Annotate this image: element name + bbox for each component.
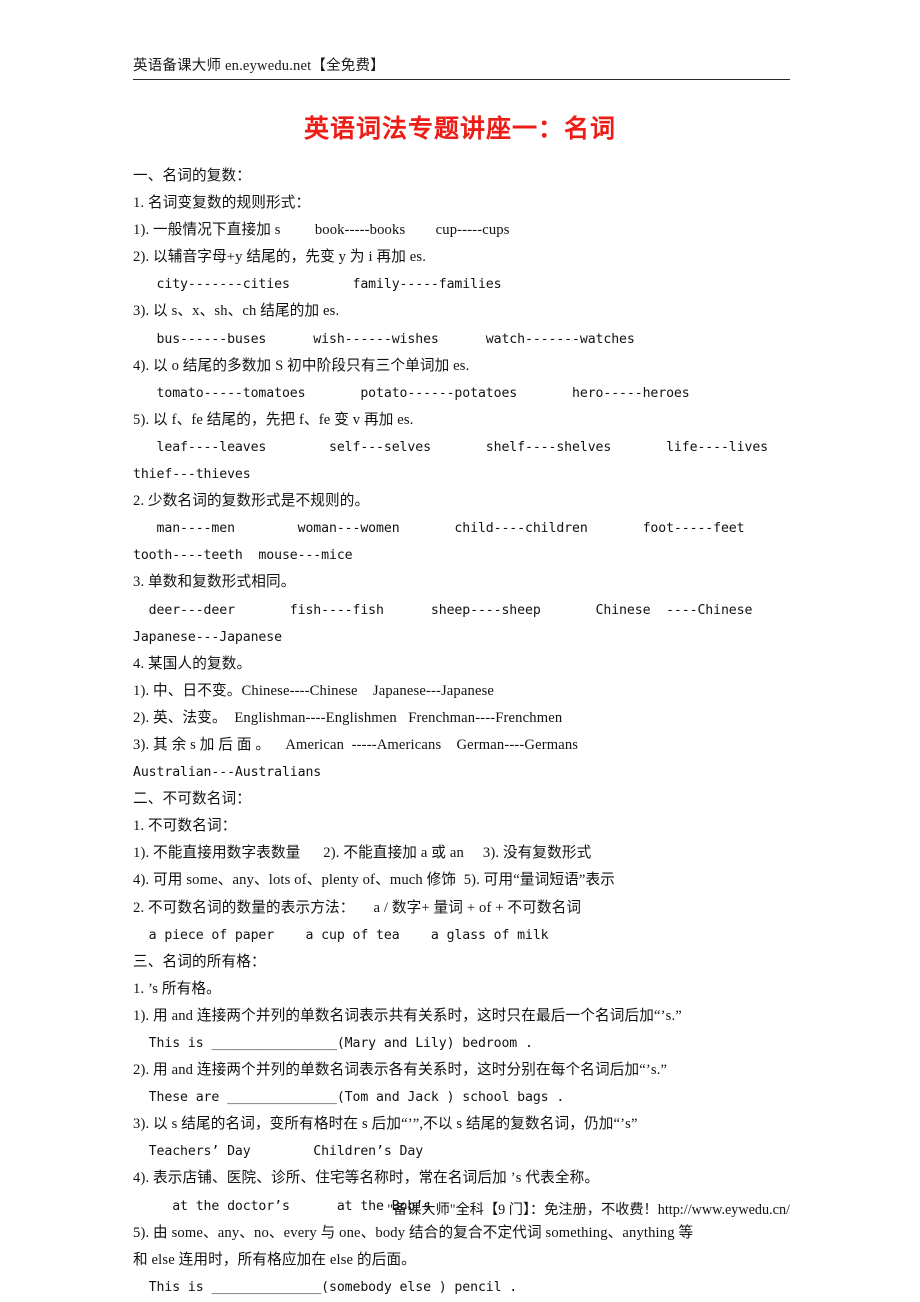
body-line: 4). 表示店铺、医院、诊所、住宅等名称时，常在名词后加 ’s 代表全称。 bbox=[133, 1170, 600, 1187]
fill-in-blank-line: These are ______________(Tom and Jack ) … bbox=[133, 1090, 565, 1106]
body-line: 二、不可数名词： bbox=[133, 791, 251, 808]
body-line: 5). 以 f、fe 结尾的，先把 f、fe 变 v 再加 es. bbox=[133, 411, 414, 428]
body-line: 2. 少数名词的复数形式是不规则的。 bbox=[133, 493, 370, 510]
body-line: tomato-----tomatoes potato------potatoes… bbox=[133, 385, 690, 401]
body-line: 3). 其 余 s 加 后 面 。 American -----American… bbox=[133, 736, 579, 753]
body-line: bus------buses wish------wishes watch---… bbox=[133, 331, 635, 347]
body-line: 和 else 连用时，所有格应加在 else 的后面。 bbox=[133, 1251, 416, 1268]
body-line: 3). 以 s、x、sh、ch 结尾的加 es. bbox=[133, 303, 340, 320]
body-line: 1. 名词变复数的规则形式： bbox=[133, 195, 311, 212]
body-line: 三、名词的所有格： bbox=[133, 953, 266, 970]
body-line: leaf----leaves self---selves shelf----sh… bbox=[133, 439, 769, 455]
body-line: 2). 用 and 连接两个并列的单数名词表示各有关系时，这时分别在每个名词后加… bbox=[133, 1062, 668, 1079]
body-line: 4). 以 o 结尾的多数加 S 初中阶段只有三个单词加 es. bbox=[133, 357, 470, 374]
body-line: 1. ’s 所有格。 bbox=[133, 980, 221, 997]
body-line: deer---deer fish----fish sheep----sheep … bbox=[133, 602, 753, 618]
body-line: thief---thieves bbox=[133, 467, 251, 483]
header-site-label: 英语备课大师 en.eywedu.net【全免费】 bbox=[133, 58, 385, 74]
body-line: Australian---Australians bbox=[133, 765, 322, 781]
document-body: 一、名词的复数： 1. 名词变复数的规则形式： 1). 一般情况下直接加 s b… bbox=[133, 163, 790, 1301]
page-title: 英语词法专题讲座一：名词 bbox=[303, 116, 616, 143]
body-line: a piece of paper a cup of tea a glass of… bbox=[133, 927, 549, 943]
body-line: city-------cities family-----families bbox=[133, 277, 502, 293]
body-line: 5). 由 some、any、no、every 与 one、body 结合的复合… bbox=[133, 1224, 694, 1241]
body-line: 一、名词的复数： bbox=[133, 168, 251, 184]
fill-in-blank-line: This is ______________(somebody else ) p… bbox=[133, 1279, 518, 1295]
body-line: 4). 可用 some、any、lots of、plenty of、much 修… bbox=[133, 872, 615, 889]
body-line: 2). 以辅音字母+y 结尾的，先变 y 为 i 再加 es. bbox=[133, 249, 426, 266]
body-line: 1. 不可数名词： bbox=[133, 818, 237, 835]
body-line: 2. 不可数名词的数量的表示方法： a / 数字+ 量词 + of + 不可数名… bbox=[133, 899, 582, 916]
body-line: 3). 以 s 结尾的名词，变所有格时在 s 后加“’”,不以 s 结尾的复数名… bbox=[133, 1116, 638, 1133]
body-line: tooth----teeth mouse---mice bbox=[133, 548, 353, 564]
document-page: 英语备课大师 en.eywedu.net【全免费】 英语词法专题讲座一：名词 一… bbox=[0, 0, 920, 1302]
fill-in-blank-line: This is ________________(Mary and Lily) … bbox=[133, 1036, 533, 1051]
body-line: man----men woman---women child----childr… bbox=[133, 521, 745, 537]
body-line: 1). 用 and 连接两个并列的单数名词表示共有关系时，这时只在最后一个名词后… bbox=[133, 1007, 682, 1024]
body-line: 1). 一般情况下直接加 s book-----books cup-----cu… bbox=[133, 222, 510, 239]
header-divider bbox=[133, 79, 790, 80]
page-header: 英语备课大师 en.eywedu.net【全免费】 bbox=[133, 56, 790, 80]
page-footer: "备课大师"全科【9 门】：免注册，不收费！http://www.eywedu.… bbox=[387, 1202, 790, 1218]
body-line: 1). 不能直接用数字表数量 2). 不能直接加 a 或 an 3). 没有复数… bbox=[133, 845, 592, 862]
body-line: 2). 英、法变。 Englishman----Englishmen Frenc… bbox=[133, 709, 563, 726]
body-line: 3. 单数和复数形式相同。 bbox=[133, 574, 296, 591]
body-line: Teachers’ Day Children’s Day bbox=[133, 1144, 424, 1160]
body-line: Japanese---Japanese bbox=[133, 629, 282, 645]
body-line: 1). 中、日不变。Chinese----Chinese Japanese---… bbox=[133, 682, 495, 699]
body-line: 4. 某国人的复数。 bbox=[133, 655, 252, 672]
